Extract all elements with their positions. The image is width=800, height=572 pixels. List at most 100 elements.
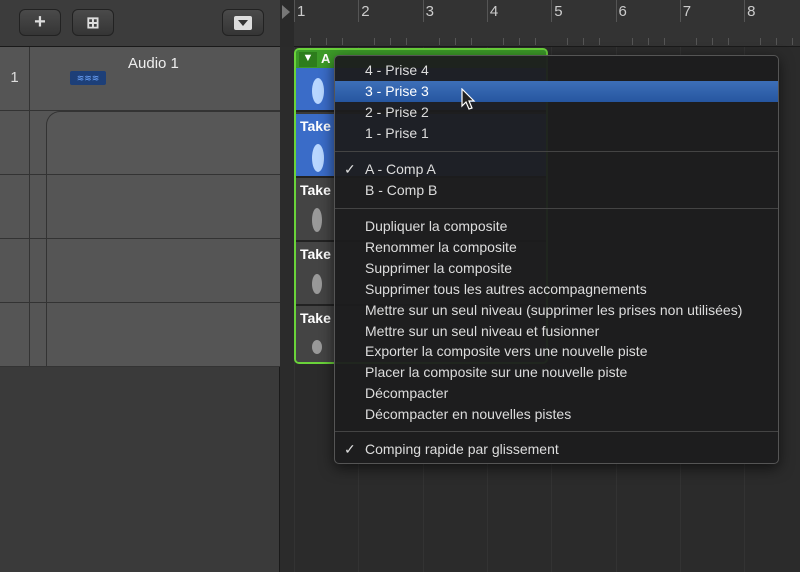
- menu-item-label: Décompacter en nouvelles pistes: [365, 406, 572, 423]
- add-track-button[interactable]: +: [19, 9, 61, 36]
- waveform-icon: [312, 78, 324, 104]
- menu-separator: [335, 208, 778, 209]
- take-lane-row: [0, 175, 280, 239]
- beat-tick: [631, 38, 633, 45]
- beat-tick: [438, 38, 440, 45]
- beat-tick: [470, 38, 472, 45]
- beat-tick: [406, 38, 408, 45]
- bar-number: 7: [682, 3, 692, 20]
- menu-item-label: Supprimer la composite: [365, 259, 513, 276]
- beat-tick: [711, 38, 713, 45]
- checkmark-icon: ✓: [344, 161, 356, 177]
- menu-item-label: A - Comp A: [365, 161, 436, 177]
- track-row[interactable]: 1 ≋≋≋ Audio 1 M S R I: [0, 47, 280, 151]
- bar-tick: [679, 0, 681, 22]
- menu-item-label: Dupliquer la composite: [365, 218, 508, 234]
- track-number: 1: [0, 47, 30, 110]
- menu-item[interactable]: Mettre sur un seul niveau (supprimer les…: [335, 300, 778, 321]
- checkmark-icon: ✓: [344, 441, 356, 457]
- take-folder-context-menu: 4 - Prise 4 3 - Prise 3 2 - Prise 2 1 - Pri…: [334, 55, 779, 464]
- waveform-icon: [312, 274, 322, 294]
- bar-number: 8: [747, 3, 756, 20]
- menu-item-label: 1 - Prise 1: [365, 125, 429, 141]
- bar-number: 4: [489, 3, 499, 20]
- beat-tick: [567, 38, 569, 45]
- empty-track-area: [0, 367, 280, 572]
- menu-item-label: B - Comp B: [365, 182, 438, 198]
- bar-tick: [551, 0, 553, 22]
- beat-tick: [583, 38, 585, 45]
- beat-tick: [374, 38, 376, 45]
- menu-item-label: Mettre sur un seul niveau (supprimer les…: [365, 301, 743, 318]
- beat-tick: [390, 38, 392, 45]
- take-lane-row: [0, 303, 280, 367]
- beat-tick: [647, 38, 649, 45]
- mouse-cursor-icon: [461, 88, 476, 110]
- menu-item-label: Placer la composite sur une nouvelle pis…: [365, 364, 628, 381]
- beat-tick: [727, 38, 729, 45]
- bar-number: 1: [297, 3, 306, 20]
- beat-tick: [776, 38, 778, 45]
- bar-tick: [486, 0, 488, 22]
- menu-item-label: Mettre sur un seul niveau et fusionner: [365, 322, 600, 339]
- beat-tick: [760, 38, 762, 45]
- bar-number: 5: [554, 3, 563, 20]
- menu-item[interactable]: Placer la composite sur une nouvelle pis…: [335, 362, 778, 383]
- take-folder-disclosure-icon[interactable]: ▼: [299, 52, 317, 67]
- menu-item[interactable]: Supprimer la composite: [335, 258, 778, 279]
- take-label: Take: [300, 246, 331, 262]
- beat-tick: [534, 38, 536, 45]
- options-dropdown-button[interactable]: [222, 9, 264, 36]
- menu-item[interactable]: Mettre sur un seul niveau et fusionner: [335, 321, 778, 342]
- menu-item[interactable]: B - Comp B: [335, 180, 778, 201]
- menu-item[interactable]: ✓ A - Comp A: [335, 159, 778, 180]
- plus-icon: +: [34, 11, 46, 33]
- menu-item[interactable]: 3 - Prise 3: [335, 81, 778, 102]
- menu-item-label: Renommer la composite: [365, 238, 517, 255]
- bar-tick: [294, 0, 295, 22]
- menu-item-label: Décompacter: [365, 385, 449, 402]
- waveform-icon: [312, 208, 322, 232]
- menu-item[interactable]: Exporter la composite vers une nouvelle …: [335, 341, 778, 362]
- waveform-icon: [312, 144, 324, 172]
- menu-item[interactable]: Dupliquer la composite: [335, 216, 778, 237]
- take-label: Take: [300, 118, 331, 134]
- menu-item[interactable]: Décompacter en nouvelles pistes: [335, 404, 778, 425]
- audio-waveform-icon: ≋≋≋: [70, 71, 106, 85]
- menu-item-label: Comping rapide par glissement: [365, 441, 559, 457]
- menu-item[interactable]: 4 - Prise 4: [335, 60, 778, 81]
- beat-tick: [792, 38, 794, 45]
- menu-item-label: 4 - Prise 4: [365, 62, 429, 78]
- menu-item[interactable]: 2 - Prise 2: [335, 102, 778, 123]
- beat-tick: [342, 38, 343, 45]
- take-label: Take: [300, 310, 331, 326]
- chevron-down-icon: [234, 15, 252, 30]
- folder-plus-icon: ⊞: [86, 14, 100, 32]
- beat-tick: [518, 38, 520, 45]
- menu-item[interactable]: 1 - Prise 1: [335, 123, 778, 144]
- bar-tick: [615, 0, 617, 22]
- beat-tick: [695, 38, 697, 45]
- menu-item[interactable]: ✓ Comping rapide par glissement: [335, 439, 778, 460]
- new-folder-button[interactable]: ⊞: [72, 9, 114, 36]
- menu-item[interactable]: Décompacter: [335, 383, 778, 404]
- menu-item-label: Supprimer tous les autres accompagnement…: [365, 280, 647, 297]
- bar-number: 2: [361, 3, 370, 20]
- bar-tick: [744, 0, 746, 22]
- menu-item[interactable]: Renommer la composite: [335, 237, 778, 258]
- track-name[interactable]: Audio 1: [128, 55, 179, 72]
- menu-item[interactable]: Supprimer tous les autres accompagnement…: [335, 279, 778, 300]
- beat-tick: [454, 38, 456, 45]
- beat-tick: [326, 38, 327, 45]
- beat-tick: [310, 38, 311, 45]
- beat-tick: [599, 38, 601, 45]
- bar-number: 3: [425, 3, 434, 20]
- take-label: Take: [300, 182, 331, 198]
- take-lane-row: [0, 111, 280, 175]
- menu-item-label: 3 - Prise 3: [365, 83, 429, 99]
- take-lane-row: [0, 239, 280, 303]
- menu-separator: [335, 151, 778, 152]
- track-header-toolbar: + ⊞: [0, 0, 280, 47]
- timeline-ruler[interactable]: 1 2 3 4 5 6 7 8: [280, 0, 800, 47]
- track-list: 1 ≋≋≋ Audio 1 M S R I: [0, 47, 280, 367]
